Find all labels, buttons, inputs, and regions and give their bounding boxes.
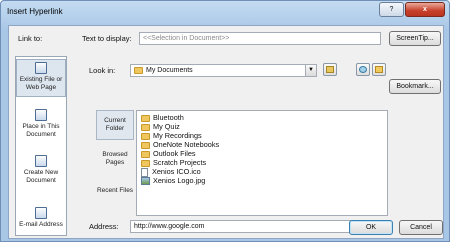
- list-item-label: Bluetooth: [153, 113, 184, 122]
- browse-file-button[interactable]: [372, 63, 386, 76]
- search-icon: [359, 66, 367, 73]
- list-item-label: Xenios Logo.jpg: [153, 176, 206, 185]
- list-item[interactable]: OneNote Notebooks: [141, 140, 219, 149]
- folder-icon: [141, 150, 150, 158]
- list-item[interactable]: Xenios Logo.jpg: [141, 176, 206, 186]
- list-item[interactable]: Scratch Projects: [141, 158, 206, 167]
- ok-button[interactable]: OK: [349, 220, 393, 235]
- browse-web-button[interactable]: [323, 63, 337, 76]
- text-to-display-label: Text to display:: [82, 34, 132, 43]
- folder-icon: [141, 159, 150, 167]
- link-place-label: Place in This Document: [22, 123, 60, 138]
- link-to-label: Link to:: [18, 34, 43, 43]
- link-create-new-document[interactable]: Create New Document: [16, 153, 66, 187]
- list-item-label: Scratch Projects: [153, 158, 207, 167]
- link-email-label: E-mail Address: [19, 221, 63, 228]
- folder-icon: [141, 114, 150, 122]
- bookmark-button[interactable]: Bookmark...: [389, 79, 441, 94]
- my-documents-icon: [134, 66, 143, 74]
- nav-browsed-pages[interactable]: Browsed Pages: [96, 148, 134, 174]
- screentip-button[interactable]: ScreenTip...: [389, 31, 441, 46]
- list-item[interactable]: My Quiz: [141, 122, 180, 131]
- existing-file-icon: [35, 62, 47, 74]
- close-button[interactable]: x: [405, 2, 445, 17]
- list-item[interactable]: Bluetooth: [141, 113, 184, 122]
- list-item[interactable]: Outlook Files: [141, 149, 196, 158]
- address-value: http://www.google.com: [134, 223, 205, 230]
- nav-current-folder[interactable]: Current Folder: [96, 110, 134, 140]
- insert-hyperlink-dialog: Insert Hyperlink ? x Link to: Existing F…: [0, 0, 450, 242]
- create-document-icon: [35, 155, 47, 167]
- search-button[interactable]: [356, 63, 370, 76]
- link-email-address[interactable]: E-mail Address: [16, 205, 66, 233]
- chevron-down-icon[interactable]: ▼: [305, 65, 316, 76]
- cancel-button[interactable]: Cancel: [399, 220, 443, 235]
- link-place-in-document[interactable]: Place in This Document: [16, 107, 66, 141]
- list-item-label: Xenios ICO.ico: [152, 167, 201, 176]
- address-label: Address:: [89, 222, 119, 231]
- list-item-label: My Recordings: [153, 131, 202, 140]
- list-item[interactable]: My Recordings: [141, 131, 202, 140]
- image-icon: [141, 177, 150, 186]
- link-create-label: Create New Document: [23, 169, 59, 184]
- help-button[interactable]: ?: [379, 2, 404, 17]
- place-in-document-icon: [35, 109, 47, 121]
- nav-recent-files[interactable]: Recent Files: [96, 184, 134, 210]
- web-icon: [326, 66, 334, 73]
- email-icon: [35, 207, 47, 219]
- link-to-pane: Existing File or Web Page Place in This …: [15, 56, 67, 236]
- folder-icon: [141, 132, 150, 140]
- dialog-body: Link to: Existing File or Web Page Place…: [8, 25, 444, 239]
- look-in-label: Look in:: [89, 66, 116, 75]
- folder-icon: [141, 141, 150, 149]
- link-existing-file[interactable]: Existing File or Web Page: [16, 59, 66, 97]
- link-existing-file-label: Existing File or Web Page: [19, 76, 63, 91]
- file-list: Bluetooth My Quiz My Recordings OneNote …: [136, 110, 388, 216]
- browse-nav: Current Folder Browsed Pages Recent File…: [96, 110, 134, 216]
- look-in-dropdown[interactable]: My Documents ▼: [130, 64, 317, 77]
- list-item-label: My Quiz: [153, 122, 180, 131]
- look-in-value: My Documents: [146, 67, 193, 74]
- open-folder-icon: [375, 66, 383, 73]
- list-item-label: Outlook Files: [153, 149, 196, 158]
- list-item-label: OneNote Notebooks: [153, 140, 220, 149]
- title-bar: Insert Hyperlink ? x: [1, 1, 449, 25]
- text-to-display-field[interactable]: <<Selection in Document>>: [139, 32, 381, 45]
- dialog-title: Insert Hyperlink: [7, 7, 63, 16]
- folder-icon: [141, 123, 150, 131]
